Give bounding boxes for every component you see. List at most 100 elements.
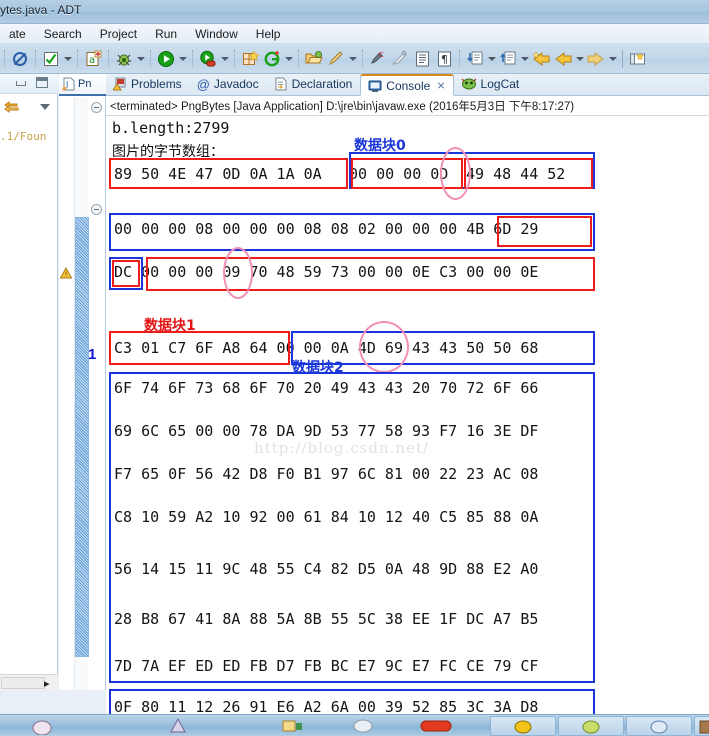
tab-declaration-label: Declaration: [291, 77, 353, 91]
svg-text:¶: ¶: [441, 53, 448, 66]
menu-bar: ate Search Project Run Window Help: [0, 24, 709, 44]
taskbar-window-3[interactable]: [626, 716, 692, 736]
hex-row-9: 56 14 15 11 9C 48 55 C4 82 D5 0A 48 9D 8…: [114, 560, 539, 578]
run-icon[interactable]: [155, 48, 177, 70]
warning-marker-icon[interactable]: !: [59, 266, 73, 282]
toolbar-separator: [622, 49, 623, 68]
open-folder-icon[interactable]: [303, 48, 325, 70]
previous-annotation-dropdown-arrow[interactable]: [519, 48, 530, 70]
window-title: ytes.java - ADT: [0, 3, 82, 17]
console-line-label: 图片的字节数组：: [112, 144, 224, 160]
toolbar-separator: [77, 49, 78, 68]
taskbar-window-2[interactable]: [558, 716, 624, 736]
editor-tab-pngbytes[interactable]: J Pn: [59, 74, 106, 96]
svg-text:a: a: [89, 55, 95, 66]
forward-dropdown-arrow[interactable]: [607, 48, 618, 70]
fold-collapse-icon-mid[interactable]: [91, 204, 102, 215]
back-dropdown-arrow[interactable]: [574, 48, 585, 70]
previous-annotation-icon[interactable]: [497, 48, 519, 70]
menu-item-1[interactable]: Search: [35, 26, 91, 42]
ruler-marker-1: 1: [88, 346, 97, 363]
tab-console[interactable]: Console ⨯: [360, 74, 454, 96]
logcat-icon: [461, 78, 477, 90]
java-file-icon: J: [62, 77, 75, 91]
taskbar-icon-3[interactable]: [282, 717, 304, 735]
annotation-label-block2: 数据块2: [292, 360, 344, 376]
new-class-dropdown-arrow[interactable]: [283, 48, 294, 70]
taskbar-icon-5[interactable]: [420, 717, 452, 735]
menu-item-3[interactable]: Run: [146, 26, 186, 42]
show-whitespace-icon[interactable]: [411, 48, 433, 70]
menu-item-4[interactable]: Window: [186, 26, 247, 42]
taskbar-window-4[interactable]: [694, 716, 709, 736]
taskbar-icon-4[interactable]: [352, 717, 374, 735]
hex-row-12: 0F 80 11 12 26 91 E6 A2 6A 00 39 52 85 3…: [114, 698, 539, 714]
view-menu-icon[interactable]: [40, 104, 50, 110]
console-icon: [368, 80, 382, 92]
debug-icon[interactable]: [113, 48, 135, 70]
console-process-label: <terminated> PngBytes [Java Application]…: [106, 96, 709, 116]
next-annotation-dropdown-arrow[interactable]: [486, 48, 497, 70]
left-view-horizontal-scrollbar[interactable]: ▸: [0, 674, 58, 690]
hex-row-1b: 00 00 00 0D: [349, 165, 449, 183]
minimize-icon[interactable]: [16, 81, 26, 86]
next-annotation-icon[interactable]: [464, 48, 486, 70]
problems-icon: [113, 77, 126, 91]
taskbar-icon-2[interactable]: [168, 717, 188, 735]
pencil-c-icon[interactable]: C: [367, 48, 389, 70]
pilcrow-icon[interactable]: ¶: [433, 48, 455, 70]
hex-row-1a: 89 50 4E 47 0D 0A 1A 0A: [114, 165, 322, 183]
console-output[interactable]: b.length:2799 图片的字节数组： http://blog.csdn.…: [106, 117, 709, 714]
hex-row-6: 69 6C 65 00 00 78 DA 9D 53 77 58 93 F7 1…: [114, 422, 539, 440]
check-dropdown-arrow[interactable]: [62, 48, 73, 70]
menu-item-5[interactable]: Help: [247, 26, 290, 42]
skip-breakpoints-icon[interactable]: [9, 48, 31, 70]
tab-problems[interactable]: Problems: [106, 73, 190, 95]
left-view-toolbar: [0, 74, 58, 94]
back-icon[interactable]: [552, 48, 574, 70]
link-with-editor-icon[interactable]: [4, 100, 22, 117]
run-dropdown-arrow[interactable]: [177, 48, 188, 70]
editor-vertical-ruler[interactable]: !: [59, 97, 73, 690]
new-window-icon[interactable]: [239, 48, 261, 70]
toolbar-separator: [4, 49, 5, 68]
new-android-icon[interactable]: a: [82, 48, 104, 70]
forward-icon[interactable]: [585, 48, 607, 70]
toolbar-separator: [150, 49, 151, 68]
hex-row-2: 00 00 00 08 00 00 00 08 08 02 00 00 00 4…: [114, 220, 539, 238]
svg-text:C: C: [379, 51, 384, 59]
last-edit-location-icon[interactable]: [530, 48, 552, 70]
tab-console-close-icon[interactable]: ⨯: [436, 79, 445, 92]
left-view-scroll-thumb[interactable]: [1, 677, 45, 689]
external-tools-icon[interactable]: [197, 48, 219, 70]
windows-taskbar: [0, 714, 709, 736]
toolbar-separator: [362, 49, 363, 68]
javadoc-icon: @: [196, 76, 210, 92]
hex-row-3: DC 00 00 00 09 70 48 59 73 00 00 0E C3 0…: [114, 263, 539, 281]
title-bar: ytes.java - ADT: [0, 0, 709, 24]
fold-collapse-icon-top[interactable]: [91, 102, 102, 113]
toolbar-separator: [35, 49, 36, 68]
left-view-pane: .1/Foun ▸: [0, 74, 58, 690]
check-icon[interactable]: [40, 48, 62, 70]
hex-row-1c: 49 48 44 52: [466, 165, 566, 183]
maximize-icon[interactable]: [36, 77, 48, 88]
tab-problems-label: Problems: [131, 77, 182, 91]
editor-scroll-thumb[interactable]: [75, 217, 89, 657]
taskbar-window-1[interactable]: [490, 716, 556, 736]
annotation-label-block0: 数据块0: [354, 138, 406, 154]
tab-javadoc[interactable]: @ Javadoc: [190, 73, 267, 95]
external-tools-dropdown-arrow[interactable]: [219, 48, 230, 70]
paint-icon[interactable]: [389, 48, 411, 70]
new-class-icon[interactable]: [261, 48, 283, 70]
brush-icon[interactable]: [325, 48, 347, 70]
tab-logcat[interactable]: LogCat: [454, 73, 528, 95]
debug-dropdown-arrow[interactable]: [135, 48, 146, 70]
tab-declaration[interactable]: Declaration: [267, 73, 361, 95]
brush-dropdown-arrow[interactable]: [347, 48, 358, 70]
open-perspective-icon[interactable]: [627, 48, 649, 70]
editor-vertical-scrollbar[interactable]: [74, 97, 89, 690]
taskbar-icon-1[interactable]: [32, 717, 52, 736]
menu-item-0[interactable]: ate: [0, 26, 35, 42]
menu-item-2[interactable]: Project: [91, 26, 146, 42]
